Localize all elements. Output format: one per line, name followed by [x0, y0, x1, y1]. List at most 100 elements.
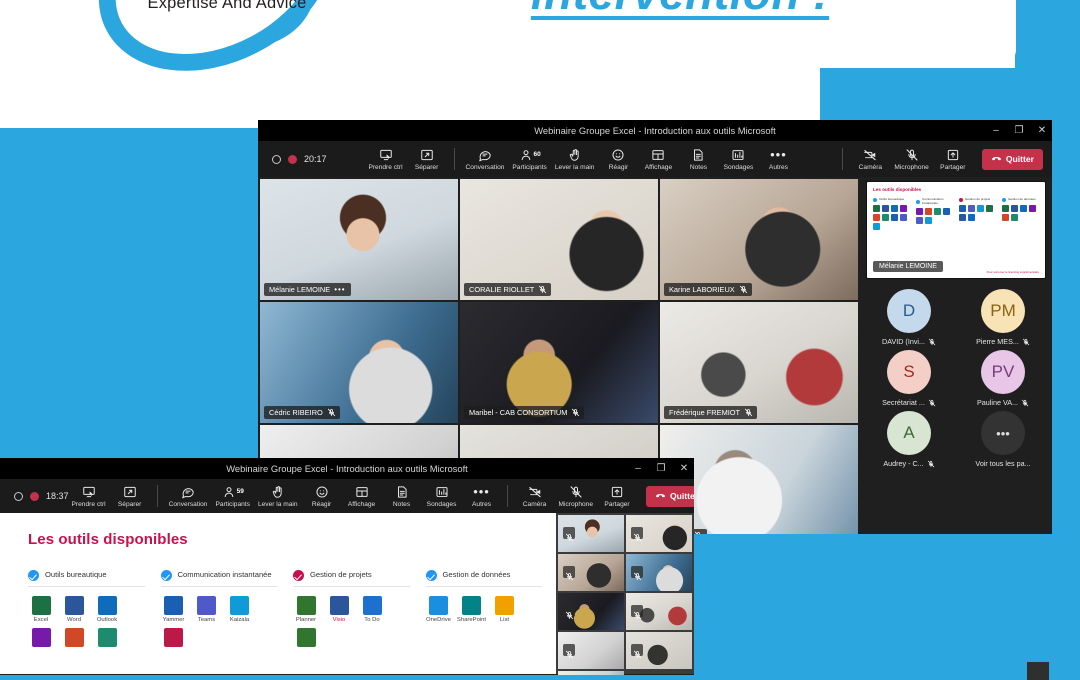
participant-video — [660, 179, 858, 300]
slide-app-list: Excel Word Outlook — [28, 596, 145, 649]
video-tile[interactable]: CORALIE RIOLLET — [460, 179, 658, 300]
close-icon[interactable]: ✕ — [1036, 125, 1048, 136]
share-slide-columns: Outils bureautique Communication instanta… — [873, 197, 1039, 230]
toolbar-camera-off[interactable]: Caméra — [851, 145, 889, 173]
roster-participant[interactable]: D DAVID (Invi... — [866, 289, 952, 346]
toolbar-mic-off[interactable]: Microphone — [556, 482, 596, 510]
close-icon[interactable]: ✕ — [678, 463, 690, 474]
toolbar-notes[interactable]: Notes — [679, 145, 717, 173]
screen-control-icon — [379, 147, 393, 162]
participant-name-badge: Cédric RIBEIRO — [264, 406, 340, 419]
toolbar-screen-control[interactable]: Prendre ctrl — [365, 145, 405, 173]
video-thumbnail[interactable] — [626, 554, 692, 591]
video-thumbnail[interactable] — [558, 593, 624, 630]
app-icon — [900, 214, 907, 221]
toolbar-poll[interactable]: Sondages — [719, 145, 757, 173]
roster-participant[interactable]: PV Pauline VA... — [960, 350, 1046, 407]
video-tile[interactable]: Karine LABORIEUX — [660, 179, 858, 300]
toolbar-share-up[interactable]: Partager — [934, 145, 972, 173]
video-thumbnail[interactable] — [626, 515, 692, 552]
share-column-label: Gestion de données — [1008, 197, 1036, 202]
roster-participant[interactable]: ••• Voir tous les pa... — [960, 411, 1046, 468]
toolbar-emoji[interactable]: Réagir — [599, 145, 637, 173]
toolbar-layout[interactable]: Affichage — [639, 145, 677, 173]
restore-icon[interactable]: ❐ — [1013, 125, 1025, 136]
roster-participant-name: Secrétariat ... — [882, 398, 925, 407]
toolbar-emoji[interactable]: Réagir — [303, 482, 341, 510]
slide-app: Outlook — [94, 596, 120, 623]
video-thumbnail[interactable] — [558, 515, 624, 552]
notes-icon — [395, 484, 409, 499]
toolbar-screen-control[interactable]: Prendre ctrl — [69, 482, 109, 510]
toolbar-share-up[interactable]: Partager — [598, 482, 636, 510]
video-tile[interactable]: Maribel - CAB CONSORTIUM — [460, 302, 658, 423]
minimize-icon[interactable]: – — [990, 125, 1002, 136]
roster-participant[interactable]: PM Pierre MES... — [960, 289, 1046, 346]
toolbar-chat[interactable]: Conversation — [166, 482, 211, 510]
toolbar-people[interactable]: 60 Participants — [509, 145, 549, 173]
app-icon — [900, 205, 907, 212]
app-icon — [31, 596, 51, 615]
app-icon — [959, 214, 966, 221]
minimize-icon[interactable]: – — [632, 463, 644, 474]
roster-participant[interactable]: A Audrey - C... — [866, 411, 952, 468]
video-thumbnail[interactable] — [626, 593, 692, 630]
toolbar-notes[interactable]: Notes — [383, 482, 421, 510]
video-thumbnail[interactable] — [558, 632, 624, 669]
notes-icon — [691, 147, 705, 162]
check-icon — [425, 570, 437, 581]
video-tile[interactable]: Cédric RIBEIRO — [260, 302, 458, 423]
restore-icon[interactable]: ❐ — [655, 463, 667, 474]
toolbar-item-label: Affichage — [644, 164, 673, 171]
toolbar-raise-hand[interactable]: Lever la main — [255, 482, 301, 510]
app-icon — [97, 628, 117, 647]
slide-app-label: Outlook — [96, 617, 118, 623]
more-dots-icon[interactable]: ••• — [334, 285, 345, 294]
roster-participant[interactable]: S Secrétariat ... — [866, 350, 952, 407]
participant-video — [260, 302, 458, 423]
toolbar-more-dots[interactable]: ••• Autres — [463, 482, 501, 510]
slide-category: Communication instantanée Yammer Teams Kaiz… — [160, 570, 277, 649]
slide-app: OneDrive — [426, 596, 452, 623]
promo-headline: intervention ! — [420, 0, 940, 20]
slide-app: Visio — [326, 596, 352, 623]
more-dots-icon: ••• — [473, 483, 490, 499]
check-icon — [916, 199, 920, 204]
toolbar-item-label: Prendre ctrl — [71, 501, 106, 508]
share-up-icon — [946, 147, 960, 162]
raise-hand-icon — [568, 147, 582, 162]
video-thumbnail[interactable] — [558, 554, 624, 591]
leave-meeting-button[interactable]: Quitter — [981, 148, 1043, 170]
toolbar-people[interactable]: 59 Participants — [212, 482, 252, 510]
mic-off-icon — [571, 408, 580, 417]
video-thumbnail[interactable] — [626, 632, 692, 669]
toolbar-divider — [453, 148, 455, 170]
toolbar-more-dots[interactable]: ••• Autres — [759, 145, 797, 173]
toolbar-pop-out[interactable]: Séparer — [408, 145, 446, 173]
toolbar-mic-off[interactable]: Microphone — [891, 145, 931, 173]
speech-bubble-tail — [560, 58, 602, 94]
leave-meeting-button[interactable]: Quitter — [645, 485, 694, 507]
toolbar-item-label: Partager — [940, 164, 966, 171]
toolbar-raise-hand[interactable]: Lever la main — [552, 145, 598, 173]
mic-off-icon — [631, 605, 643, 619]
avatar: PV — [981, 350, 1025, 394]
toolbar-poll[interactable]: Sondages — [423, 482, 461, 510]
app-icon — [943, 208, 950, 216]
toolbar-camera-off[interactable]: Caméra — [516, 482, 554, 510]
video-tile[interactable]: Frédérique FREMIOT — [660, 302, 858, 423]
toolbar-chat[interactable]: Conversation — [463, 145, 508, 173]
toolbar-layout[interactable]: Affichage — [343, 482, 381, 510]
screen-share-thumbnail[interactable]: Les outils disponibles Outils bureautiqu… — [866, 181, 1046, 279]
share-column-header: Gestion de projets — [959, 198, 996, 202]
mic-off-icon — [1021, 399, 1029, 407]
roster-name-row: Pauline VA... — [977, 398, 1029, 407]
check-icon — [160, 570, 172, 581]
toolbar-item-label: Caméra — [858, 164, 883, 171]
video-tile[interactable]: Mélanie LEMOINE ••• — [260, 179, 458, 300]
toolbar-pop-out[interactable]: Séparer — [111, 482, 149, 510]
participant-count-badge: 60 — [533, 151, 541, 158]
participant-name: CORALIE RIOLLET — [469, 285, 535, 294]
app-icon — [986, 205, 993, 212]
video-thumbnail[interactable] — [558, 671, 624, 675]
